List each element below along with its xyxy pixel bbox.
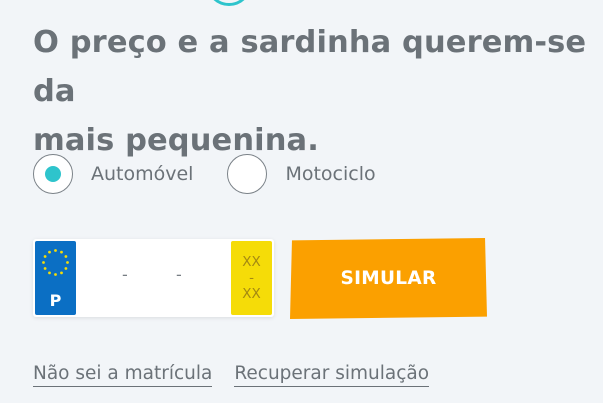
footer-links: Não sei a matrícula Recuperar simulação — [33, 363, 451, 387]
vehicle-option-label: Motociclo — [285, 163, 376, 185]
plate-separator: - — [176, 265, 182, 284]
radio-button-motociclo[interactable] — [227, 154, 268, 194]
vehicle-option-motociclo[interactable]: Motociclo — [227, 154, 376, 194]
plate-country-code: P — [49, 291, 62, 310]
vehicle-type-selector: Automóvel Motociclo — [33, 154, 376, 194]
plate-year-separator: - — [249, 270, 254, 286]
decorative-arc — [206, 0, 252, 6]
license-plate-input[interactable]: P - - XX - XX — [33, 239, 274, 317]
plate-year-band: XX - XX — [231, 241, 272, 315]
plate-separator: - — [122, 265, 128, 284]
plate-year-placeholder: XX — [242, 286, 261, 302]
vehicle-option-label: Automóvel — [91, 163, 194, 185]
radio-button-automovel[interactable] — [33, 154, 73, 194]
radio-selected-dot — [45, 166, 61, 182]
plate-year-placeholder: XX — [242, 254, 261, 270]
eu-stars-icon — [42, 249, 69, 276]
plate-eu-band: P — [35, 241, 76, 315]
simulate-button[interactable]: SIMULAR — [290, 238, 487, 319]
recover-simulation-link[interactable]: Recuperar simulação — [234, 363, 430, 387]
page-title: O preço e a sardinha querem-se da mais p… — [33, 25, 587, 158]
dont-know-plate-link[interactable]: Não sei a matrícula — [33, 363, 213, 387]
vehicle-option-automovel[interactable]: Automóvel — [33, 154, 227, 194]
